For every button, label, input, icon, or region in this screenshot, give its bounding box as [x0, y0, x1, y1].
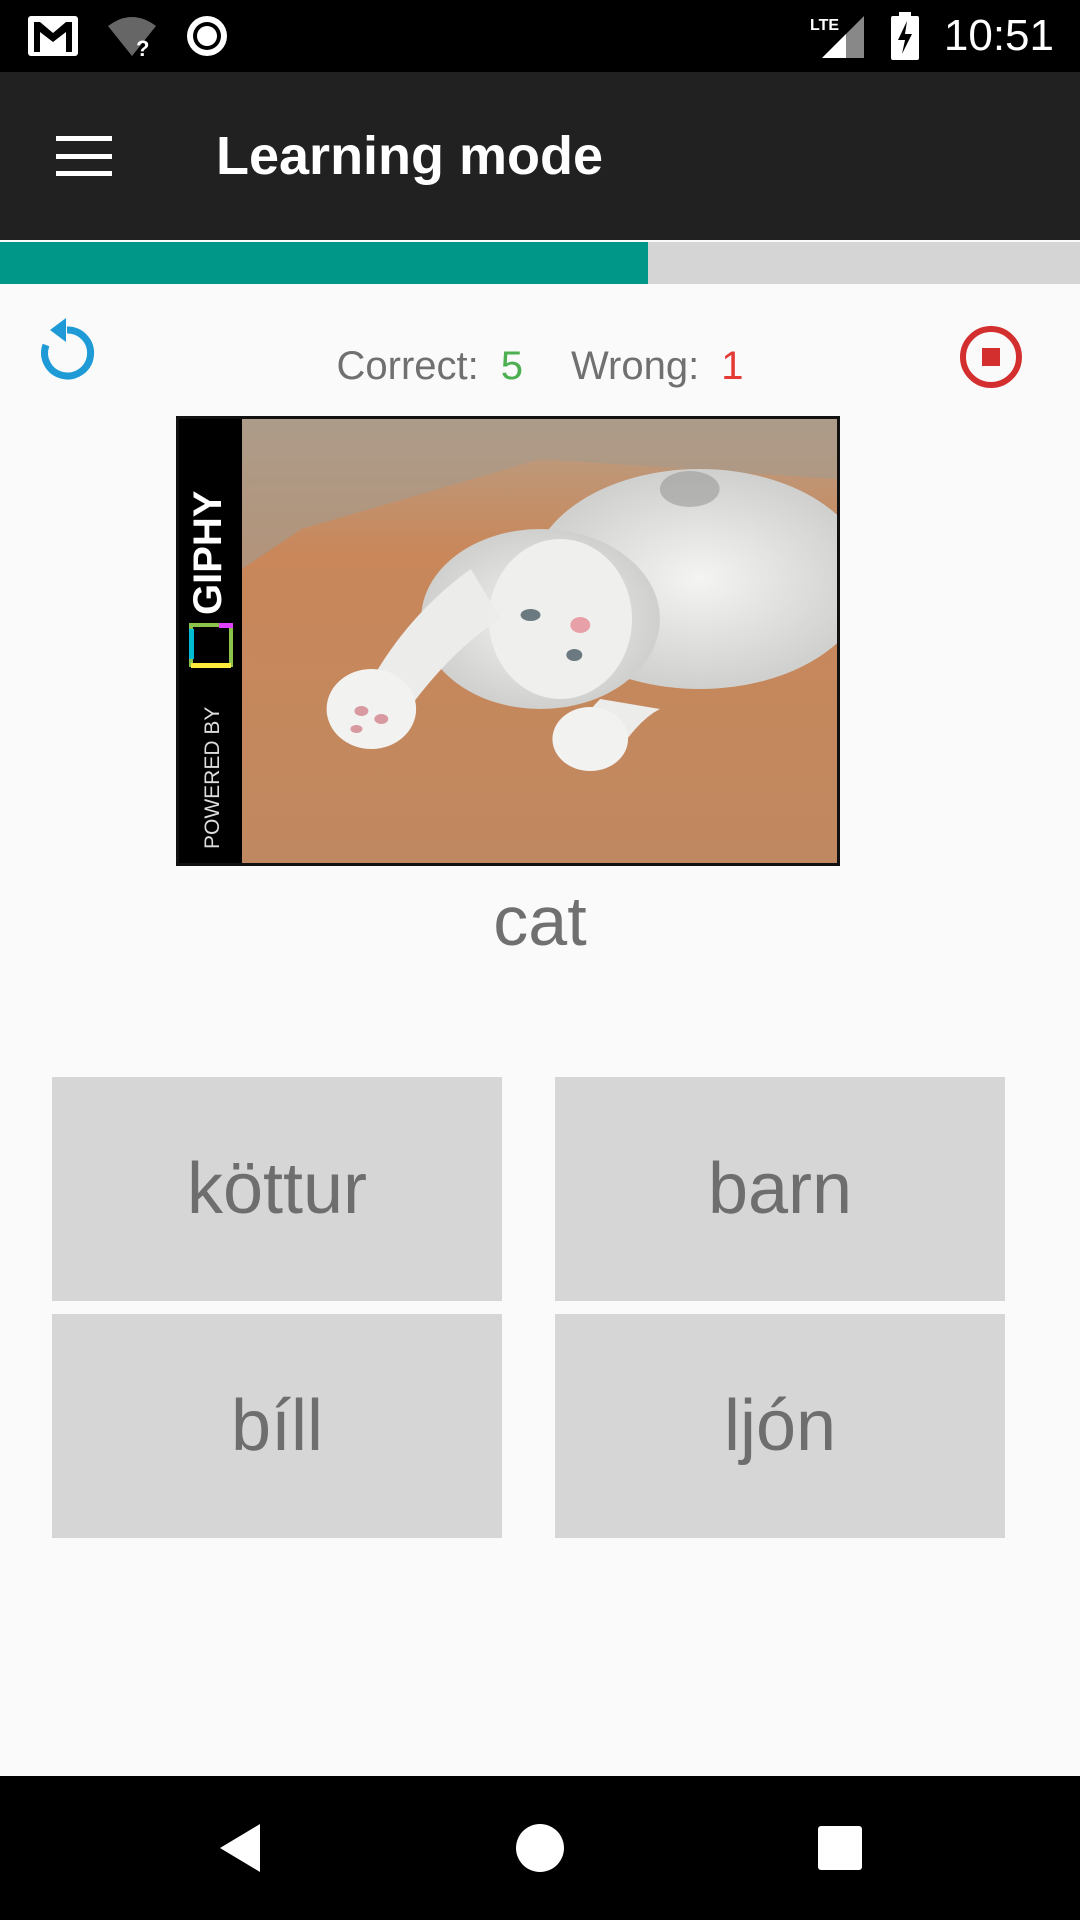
stop-circle-icon[interactable]: [958, 324, 1024, 390]
home-button[interactable]: [500, 1808, 580, 1888]
answer-label: ljón: [723, 1386, 837, 1466]
page-title: Learning mode: [216, 126, 604, 186]
progress-fill: [0, 242, 648, 284]
app-bar: Learning mode: [0, 72, 1080, 240]
giphy-watermark: GIPHY POWERED BY: [179, 419, 242, 863]
lte-signal-icon: LTE: [810, 16, 864, 58]
back-button[interactable]: [200, 1808, 280, 1888]
screen: ? LTE 10:51 Learning mode Correct: 5 Wro…: [0, 0, 1080, 1920]
home-icon: [516, 1824, 564, 1872]
prompt-word: cat: [493, 882, 587, 960]
status-bar-right: LTE 10:51: [810, 10, 1054, 62]
answer-label: barn: [707, 1149, 853, 1229]
svg-text:?: ?: [136, 36, 149, 58]
svg-text:LTE: LTE: [810, 17, 839, 34]
correct-label: Correct:: [336, 344, 479, 388]
answer-button-4[interactable]: ljón: [555, 1314, 1005, 1538]
recent-apps-icon: [818, 1826, 862, 1870]
cat-photo: [242, 419, 837, 863]
answer-button-2[interactable]: barn: [555, 1077, 1005, 1301]
score-row: Correct: 5 Wrong: 1: [0, 340, 1080, 392]
svg-text:POWERED BY: POWERED BY: [201, 707, 224, 849]
gmail-icon: [28, 16, 78, 56]
recent-apps-button[interactable]: [800, 1808, 880, 1888]
menu-button[interactable]: [34, 112, 134, 200]
svg-text:GIPHY: GIPHY: [186, 490, 230, 615]
cat-image: GIPHY POWERED BY: [176, 416, 840, 866]
wrong-count: 1: [721, 344, 744, 388]
wrong-label: Wrong:: [571, 344, 700, 388]
back-icon: [220, 1824, 260, 1872]
record-icon: [187, 16, 227, 56]
answer-label: bíll: [230, 1386, 324, 1466]
answer-label: köttur: [186, 1149, 368, 1229]
battery-charging-icon: [890, 12, 919, 60]
answer-button-3[interactable]: bíll: [52, 1314, 502, 1538]
status-time: 10:51: [943, 11, 1054, 60]
hamburger-menu-icon: [56, 136, 112, 176]
status-bar-left: ?: [26, 12, 230, 60]
progress-bar: [0, 242, 1080, 284]
status-bar: ? LTE 10:51: [0, 0, 1080, 72]
navigation-bar: [0, 1776, 1080, 1920]
correct-count: 5: [500, 344, 524, 388]
answer-button-1[interactable]: köttur: [52, 1077, 502, 1301]
wifi-unknown-icon: ?: [108, 17, 156, 58]
